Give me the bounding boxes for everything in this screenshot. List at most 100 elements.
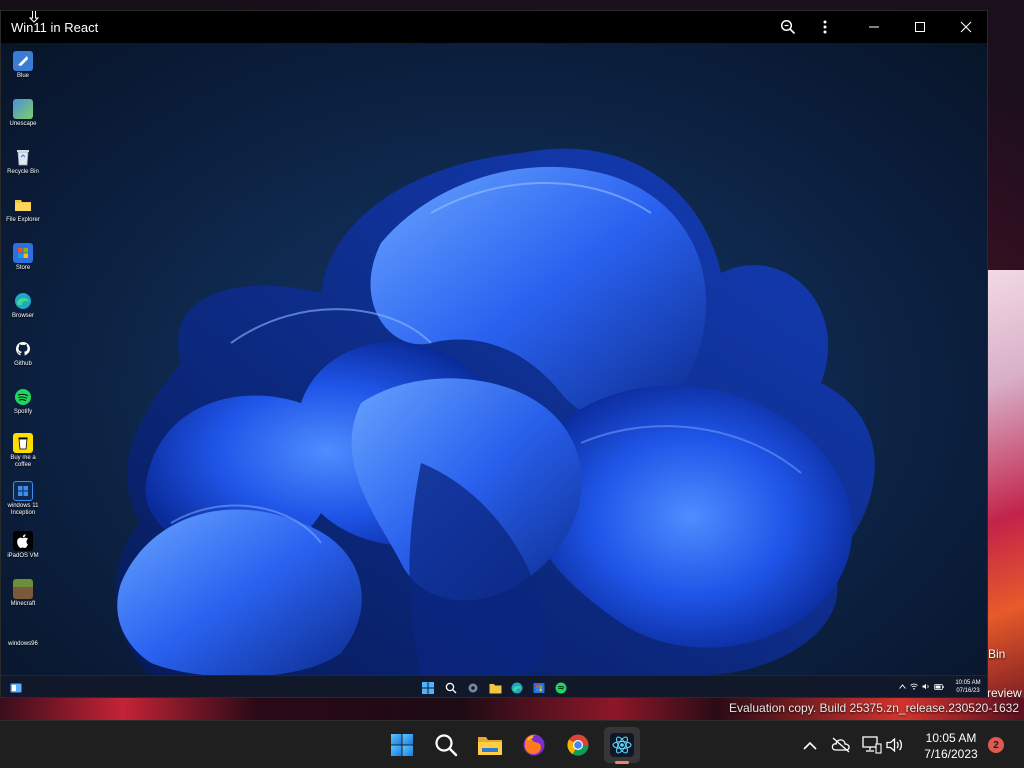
desktop-icon-recycle-bin[interactable]: Recycle Bin — [3, 147, 43, 176]
blue-icon — [13, 51, 33, 71]
guest-clock[interactable]: 10:05 AM 07/16/23 — [951, 679, 985, 695]
desktop-icon-file-explorer[interactable]: File Explorer — [3, 195, 43, 224]
widgets-icon — [10, 683, 22, 693]
show-hidden-icons-button[interactable] — [800, 735, 820, 755]
notification-badge[interactable]: 2 — [988, 737, 1004, 753]
desktop-icon-store[interactable]: Store — [3, 243, 43, 272]
volume-icon — [886, 737, 903, 753]
minimize-icon — [869, 26, 879, 28]
desktop-icon-github[interactable]: Github — [3, 339, 43, 368]
desktop-icon-label: windows96 — [8, 641, 38, 647]
store-icon — [13, 243, 33, 263]
guest-edge-button[interactable] — [510, 681, 524, 695]
close-button[interactable] — [943, 11, 987, 43]
network-icon — [862, 736, 882, 754]
guest-desktop[interactable]: Blue Unescape Recycle Bin File Explorer … — [1, 43, 987, 675]
guest-start-button[interactable] — [421, 681, 435, 695]
bloom-wallpaper — [115, 148, 875, 675]
desktop-icon-label: Buy me a coffee — [10, 455, 36, 468]
host-clock-date: 7/16/2023 — [924, 747, 978, 761]
desktop-icon-browser[interactable]: Browser — [3, 291, 43, 320]
chrome-button[interactable] — [560, 727, 596, 763]
desktop-icon-minecraft[interactable]: Minecraft — [3, 579, 43, 608]
edge-icon — [511, 682, 523, 694]
desktop-icon-blue[interactable]: Blue — [3, 51, 43, 80]
more-vertical-icon — [823, 20, 827, 34]
host-clock[interactable]: 10:05 AM 7/16/2023 — [916, 730, 986, 762]
wifi-icon — [910, 683, 918, 690]
host-taskbar: 10:05 AM 7/16/2023 2 — [0, 720, 1024, 768]
spotify-icon — [13, 387, 33, 407]
search-icon — [445, 682, 457, 694]
file-explorer-icon — [478, 737, 502, 755]
minecraft-icon — [13, 579, 33, 599]
desktop-icon-buy-me-a-coffee[interactable]: Buy me a coffee — [3, 433, 43, 469]
desktop-icon-label: Github — [14, 361, 32, 367]
zoom-icon — [780, 19, 796, 35]
more-options-button[interactable] — [802, 11, 848, 43]
search-icon — [435, 734, 458, 757]
windows-icon — [13, 481, 33, 501]
window-title: Win11 in React — [11, 20, 99, 35]
firefox-button[interactable] — [516, 727, 552, 763]
host-recycle-bin-label[interactable]: Bin — [988, 647, 1005, 661]
desktop-icon-windows-11-inception[interactable]: windows 11 Inception — [3, 481, 43, 517]
resize-cursor-icon — [28, 11, 40, 23]
desktop-icon-windows96[interactable]: windows96 — [3, 639, 43, 648]
guest-taskbar: 10:05 AM 07/16/23 — [1, 675, 987, 697]
chevron-up-icon — [803, 741, 817, 750]
guest-settings-button[interactable] — [466, 681, 480, 695]
host-preview-label: review — [987, 686, 1022, 700]
app-window: Win11 in React Blue Unescape Recycle Bin… — [0, 10, 988, 698]
coffee-icon — [13, 433, 33, 453]
search-button[interactable] — [428, 727, 464, 763]
desktop-icon-ipados-vm[interactable]: iPadOS VM — [3, 531, 43, 560]
edge-icon — [13, 291, 33, 311]
windows-start-icon — [422, 682, 434, 694]
network-button[interactable] — [862, 735, 882, 755]
close-icon — [960, 21, 972, 33]
apple-icon — [13, 531, 33, 551]
file-explorer-button[interactable] — [472, 727, 508, 763]
chevron-up-icon — [899, 684, 906, 689]
desktop-icon-label: Minecraft — [10, 601, 36, 607]
title-bar[interactable]: Win11 in React — [1, 11, 987, 43]
onedrive-button[interactable] — [831, 735, 851, 755]
desktop-icon-label: windows 11 Inception — [7, 503, 39, 516]
minimize-button[interactable] — [851, 11, 897, 43]
guest-clock-date: 07/16/23 — [956, 688, 980, 694]
spotify-icon — [555, 682, 567, 694]
desktop-icon-label: Spotify — [13, 409, 33, 415]
host-clock-time: 10:05 AM — [925, 731, 977, 745]
desktop-icon-label: Store — [15, 265, 31, 271]
react-app-button[interactable] — [604, 727, 640, 763]
guest-file-explorer-button[interactable] — [488, 681, 502, 695]
desktop-icon-label: Browser — [11, 313, 34, 319]
desktop-icon-label: Recycle Bin — [7, 169, 39, 175]
chrome-icon — [567, 734, 589, 756]
guest-widgets-button[interactable] — [9, 681, 23, 695]
desktop-icon-label: iPadOS VM — [7, 553, 39, 559]
maximize-icon — [915, 22, 925, 32]
folder-icon — [13, 195, 33, 215]
evaluation-watermark: Evaluation copy. Build 25375.zn_release.… — [729, 701, 1019, 715]
volume-button[interactable] — [885, 735, 905, 755]
recycle-bin-icon — [13, 147, 33, 167]
desktop-icon-spotify[interactable]: Spotify — [3, 387, 43, 416]
settings-icon — [468, 683, 478, 693]
guest-system-tray[interactable] — [899, 683, 944, 690]
firefox-icon — [523, 734, 545, 756]
guest-spotify-button[interactable] — [554, 681, 568, 695]
folder-icon — [489, 683, 501, 693]
volume-icon — [922, 683, 929, 690]
guest-search-button[interactable] — [444, 681, 458, 695]
start-button[interactable] — [384, 727, 420, 763]
active-app-indicator — [615, 761, 629, 764]
desktop-icon-unescape[interactable]: Unescape — [3, 99, 43, 128]
guest-store-button[interactable] — [532, 681, 546, 695]
store-icon — [533, 683, 545, 693]
desktop-icon-label: Blue — [16, 73, 29, 79]
react-app-icon — [610, 733, 634, 757]
maximize-button[interactable] — [897, 11, 943, 43]
desktop-icon-label: Unescape — [9, 121, 37, 127]
